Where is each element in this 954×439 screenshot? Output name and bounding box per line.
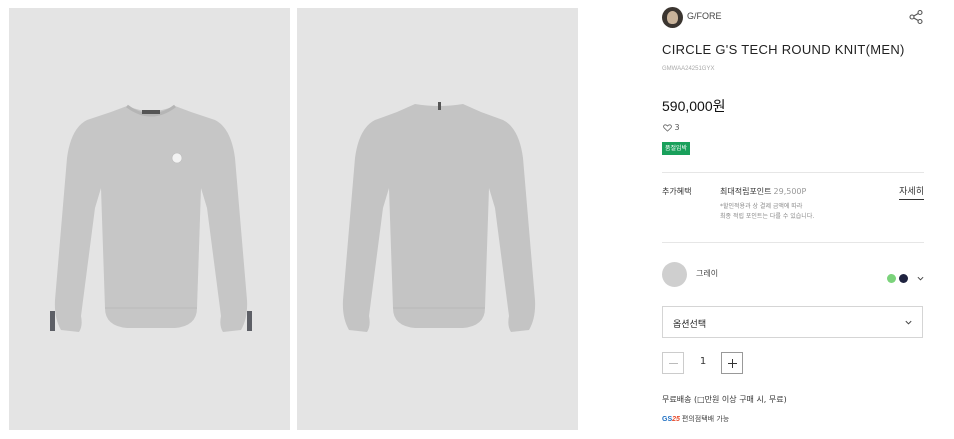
gs25-logo-prefix: GS	[662, 415, 673, 423]
benefit-note: *할인적용과 상 결제 금액에 따라 최종 적립 포인트는 다를 수 있습니다.	[720, 202, 920, 222]
pickup-text: 편의점택배 가능	[681, 415, 730, 423]
brand-avatar[interactable]	[662, 7, 683, 28]
option-select[interactable]: 옵션선택	[662, 306, 923, 338]
sweater-front-illustration	[50, 104, 252, 332]
quantity-value: 1	[699, 356, 707, 367]
gs25-logo-suffix: 25	[672, 415, 680, 423]
points-value: 29,500P	[773, 187, 807, 196]
benefit-detail-link[interactable]: 자세히	[899, 184, 924, 200]
like-count: 3	[674, 123, 680, 132]
product-image-front[interactable]	[9, 8, 290, 430]
chevron-down-icon[interactable]	[917, 275, 924, 282]
color-option-navy[interactable]	[898, 274, 908, 283]
product-detail-panel: G/FORE CIRCLE G'S TECH ROUND KNIT(MEN) G…	[662, 0, 924, 439]
brand-row: G/FORE	[662, 7, 924, 28]
product-image-back[interactable]	[297, 8, 578, 430]
like-button[interactable]: 3	[663, 123, 680, 135]
selected-color-swatch[interactable]	[662, 262, 687, 287]
shipping-info: 무료배송 (□만원 이상 구매 시, 무료)	[662, 395, 787, 404]
benefit-note-line2: 최종 적립 포인트는 다를 수 있습니다.	[720, 213, 815, 220]
product-title: CIRCLE G'S TECH ROUND KNIT(MEN)	[662, 42, 905, 57]
divider	[662, 172, 924, 173]
brand-name[interactable]: G/FORE	[687, 11, 722, 21]
color-options[interactable]	[884, 268, 924, 283]
sweater-back-illustration	[342, 102, 536, 332]
pickup-info: GS25 편의점택배 가능	[662, 414, 729, 424]
status-badge: 품절임박	[662, 142, 691, 155]
share-icon[interactable]	[908, 9, 924, 25]
product-price: 590,000원	[662, 98, 726, 114]
quantity-plus-button[interactable]	[721, 352, 743, 374]
chevron-down-icon	[905, 320, 912, 325]
option-select-label: 옵션선택	[673, 320, 707, 330]
gs25-logo: GS25	[662, 416, 680, 423]
heart-icon	[663, 123, 672, 132]
benefit-label: 추가혜택	[662, 187, 692, 196]
points-label: 최대적립포인트	[720, 187, 772, 196]
divider	[662, 242, 924, 243]
selected-color-name: 그레이	[696, 269, 719, 278]
product-code: GMWAA24251GYX	[662, 66, 715, 72]
points-info: 최대적립포인트 29,500P	[720, 186, 806, 197]
benefit-note-line1: *할인적용과 상 결제 금액에 따라	[720, 203, 803, 210]
color-option-green[interactable]	[886, 274, 896, 283]
quantity-minus-button[interactable]	[662, 352, 684, 374]
